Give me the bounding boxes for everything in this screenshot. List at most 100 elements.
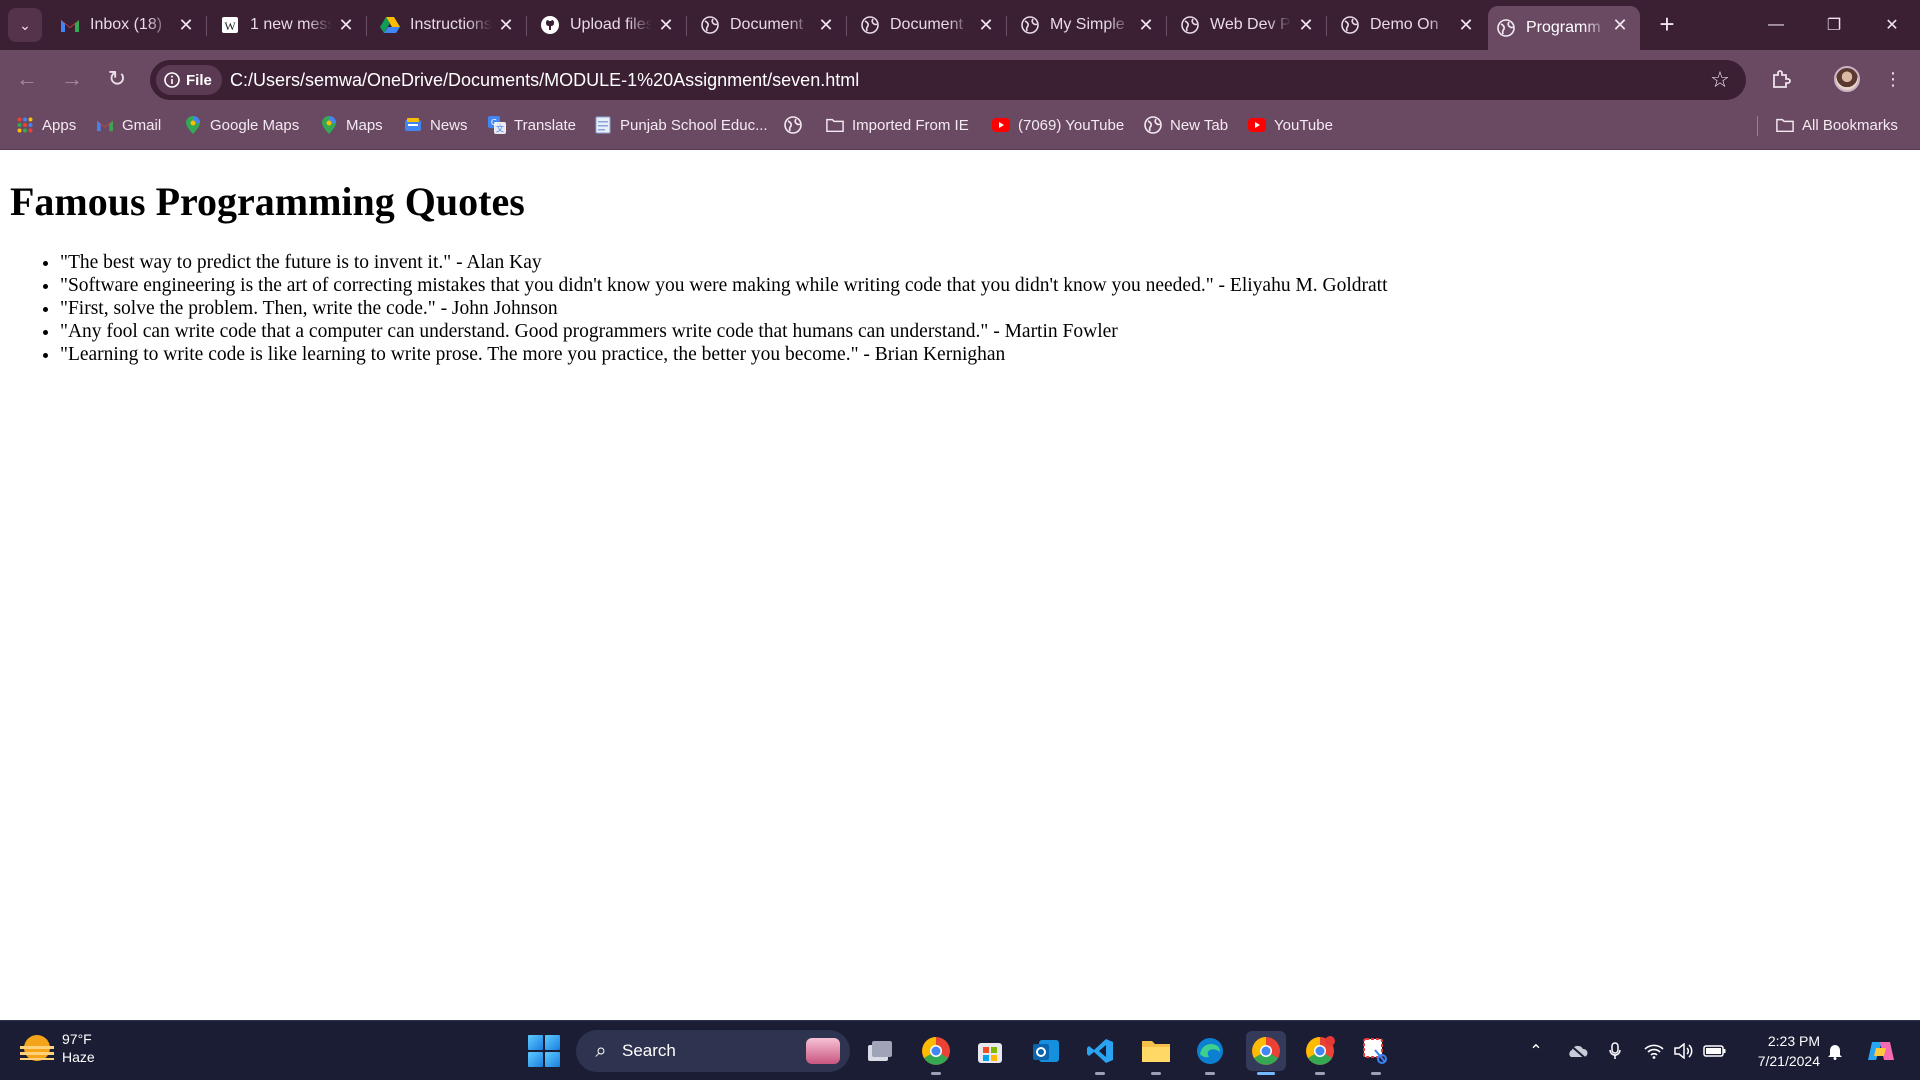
google-drive-icon — [380, 15, 400, 35]
tab-my-simple[interactable]: My Simple ✕ — [1012, 6, 1167, 44]
bookmark-maps[interactable]: Maps — [320, 108, 383, 142]
chrome-icon — [1252, 1037, 1280, 1065]
puzzle-icon — [1773, 70, 1791, 88]
bookmark-translate[interactable]: G文 Translate — [488, 108, 576, 142]
bookmark-gmail[interactable]: Gmail — [96, 108, 161, 142]
close-icon[interactable]: ✕ — [496, 15, 516, 35]
tab-instructions[interactable]: Instructions ✕ — [372, 6, 527, 44]
bookmark-new-tab[interactable]: New Tab — [1144, 108, 1228, 142]
profile-button[interactable] — [1832, 64, 1862, 94]
restore-button[interactable]: ❐ — [1806, 0, 1862, 50]
bookmark-youtube[interactable]: YouTube — [1248, 108, 1333, 142]
site-info-chip[interactable]: File — [156, 65, 222, 95]
extensions-button[interactable] — [1766, 64, 1796, 94]
system-clock[interactable]: 2:23 PM 7/21/2024 — [1744, 1031, 1820, 1071]
close-icon[interactable]: ✕ — [1136, 15, 1156, 35]
onedrive-status[interactable] — [1564, 1039, 1590, 1063]
tab-demo-on[interactable]: Demo On ✕ — [1332, 6, 1486, 44]
tab-document-1[interactable]: Document ✕ — [692, 6, 847, 44]
minimize-button[interactable]: — — [1748, 0, 1804, 50]
forward-button[interactable]: → — [55, 62, 89, 96]
maps-pin-icon — [184, 116, 202, 134]
start-button[interactable] — [528, 1035, 560, 1067]
bookmark-star-icon[interactable]: ☆ — [1708, 68, 1732, 92]
close-icon: ✕ — [1885, 17, 1899, 34]
search-highlight-icon — [806, 1038, 840, 1064]
taskbar-chrome[interactable] — [916, 1031, 956, 1075]
taskbar-file-explorer[interactable] — [1136, 1031, 1176, 1075]
running-indicator — [1315, 1072, 1325, 1075]
bookmark-google-maps[interactable]: Google Maps — [184, 108, 299, 142]
show-hidden-icons-button[interactable]: ⌃ — [1524, 1039, 1548, 1063]
close-icon[interactable]: ✕ — [1610, 15, 1630, 35]
bookmark-punjab-school[interactable]: Punjab School Educ... — [594, 108, 768, 142]
microphone-status[interactable] — [1606, 1039, 1624, 1063]
address-bar[interactable]: File C:/Users/semwa/OneDrive/Documents/M… — [150, 60, 1746, 100]
tab-search-button[interactable]: ⌄ — [8, 8, 42, 42]
document-icon — [594, 116, 612, 134]
close-icon[interactable]: ✕ — [976, 15, 996, 35]
tab-upload-files[interactable]: Upload files ✕ — [532, 6, 687, 44]
taskbar-snipping-tool[interactable] — [1356, 1031, 1396, 1075]
avatar — [1834, 66, 1860, 92]
close-icon[interactable]: ✕ — [176, 15, 196, 35]
page-viewport: Famous Programming Quotes "The best way … — [0, 150, 1920, 1020]
wifi-status[interactable] — [1642, 1039, 1666, 1063]
close-icon[interactable]: ✕ — [816, 15, 836, 35]
taskbar-chrome-profile[interactable] — [1300, 1031, 1340, 1075]
weather-text: 97°F Haze — [62, 1030, 95, 1066]
bookmark-label: Maps — [346, 116, 383, 134]
tab-gmail-inbox[interactable]: Inbox (18) ✕ — [52, 6, 207, 44]
bookmark-news[interactable]: News — [404, 108, 468, 142]
taskbar-chrome-active[interactable] — [1246, 1031, 1286, 1075]
all-bookmarks-button[interactable]: All Bookmarks — [1776, 108, 1898, 142]
url-text[interactable]: C:/Users/semwa/OneDrive/Documents/MODULE… — [230, 60, 859, 100]
windows-logo-icon — [545, 1035, 560, 1050]
reload-button[interactable]: ↻ — [100, 62, 134, 96]
globe-icon — [700, 15, 720, 35]
volume-status[interactable] — [1672, 1039, 1696, 1063]
outlook-icon — [1033, 1040, 1059, 1062]
bookmark-label: Google Maps — [210, 116, 300, 134]
weather-widget[interactable]: 97°F Haze — [20, 1030, 95, 1066]
tab-programming-quotes[interactable]: Programm ✕ — [1488, 6, 1640, 50]
taskbar-outlook[interactable] — [1026, 1031, 1066, 1071]
clock-date: 7/21/2024 — [1757, 1053, 1820, 1069]
tab-divider — [526, 16, 527, 36]
notifications-button[interactable] — [1824, 1039, 1846, 1063]
new-tab-button[interactable]: + — [1652, 10, 1682, 40]
browser-menu-button[interactable]: ⋮ — [1878, 64, 1908, 94]
copilot-button[interactable] — [1864, 1039, 1898, 1063]
taskbar-microsoft-store[interactable] — [970, 1031, 1010, 1071]
back-button[interactable]: ← — [10, 62, 44, 96]
youtube-icon — [992, 116, 1010, 134]
bookmark-youtube-7069[interactable]: (7069) YouTube — [992, 108, 1124, 142]
reload-icon: ↻ — [107, 66, 127, 91]
bookmark-globe[interactable] — [784, 108, 810, 142]
close-icon[interactable]: ✕ — [656, 15, 676, 35]
bookmark-apps[interactable]: Apps — [16, 108, 76, 142]
taskbar-search[interactable]: ⌕ Search — [576, 1030, 850, 1072]
tab-title: Web Dev P — [1210, 16, 1291, 33]
battery-status[interactable] — [1702, 1039, 1728, 1063]
tab-new-message[interactable]: W 1 new message ✕ — [212, 6, 367, 44]
windows-taskbar: 97°F Haze ⌕ Search ⌃ 2:23 PM 7/21/2024 — [0, 1020, 1920, 1080]
search-label: Search — [622, 1041, 676, 1060]
close-icon[interactable]: ✕ — [336, 15, 356, 35]
taskbar-edge[interactable] — [1190, 1031, 1230, 1075]
taskbar-vscode[interactable] — [1080, 1031, 1120, 1075]
tab-document-2[interactable]: Document ✕ — [852, 6, 1007, 44]
close-icon[interactable]: ✕ — [1456, 15, 1476, 35]
tab-title: Programm — [1526, 19, 1601, 36]
task-view-button[interactable] — [860, 1031, 900, 1071]
close-window-button[interactable]: ✕ — [1864, 0, 1920, 50]
bookmark-folder-imported-ie[interactable]: Imported From IE — [826, 108, 969, 142]
bookmark-label: Translate — [514, 116, 576, 134]
close-icon[interactable]: ✕ — [1296, 15, 1316, 35]
translate-icon: G文 — [488, 116, 506, 134]
tab-divider — [1006, 16, 1007, 36]
svg-text:W: W — [224, 19, 236, 33]
tab-web-dev[interactable]: Web Dev P ✕ — [1172, 6, 1327, 44]
list-item: "The best way to predict the future is t… — [60, 251, 1388, 274]
gmail-icon — [60, 15, 80, 35]
